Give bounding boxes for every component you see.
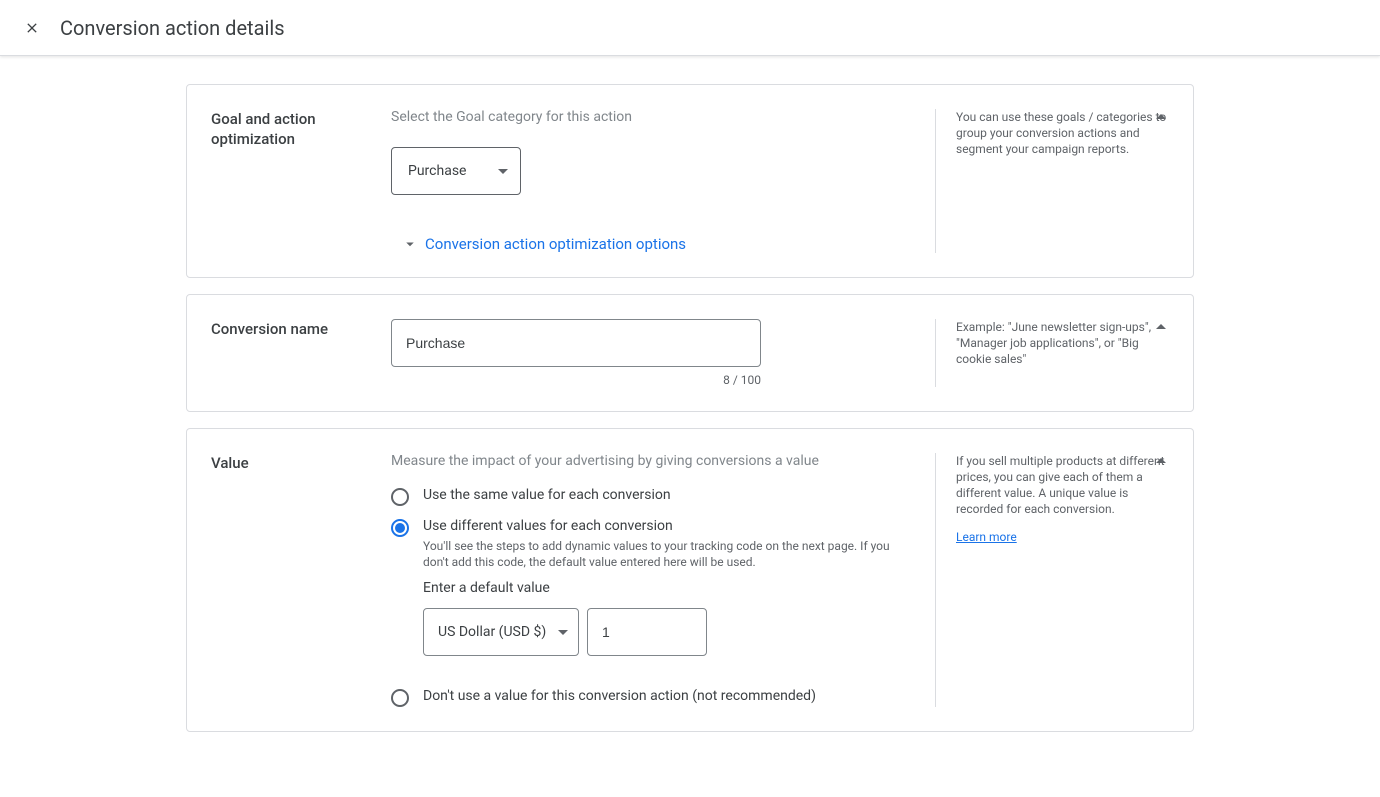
goal-section-title: Goal and action optimization [211, 109, 375, 149]
default-value-label: Enter a default value [423, 580, 911, 596]
radio-no-value-label: Don't use a value for this conversion ac… [423, 688, 816, 704]
collapse-button[interactable] [1149, 105, 1173, 129]
currency-value: US Dollar (USD $) [438, 624, 546, 640]
page-header: Conversion action details [0, 0, 1380, 56]
currency-select[interactable]: US Dollar (USD $) [423, 608, 579, 656]
value-section-title: Value [211, 453, 375, 473]
chevron-down-icon [401, 235, 419, 253]
chevron-up-icon [1149, 315, 1173, 339]
conversion-name-input[interactable] [391, 319, 761, 367]
goal-category-value: Purchase [408, 163, 466, 179]
name-section-title: Conversion name [211, 319, 375, 339]
chevron-down-icon [498, 169, 508, 174]
default-value-input[interactable] [587, 608, 707, 656]
goal-category-select[interactable]: Purchase [391, 147, 521, 195]
content-area: Goal and action optimization Select the … [178, 84, 1202, 732]
radio-same-value-label: Use the same value for each conversion [423, 487, 671, 503]
chevron-up-icon [1149, 105, 1173, 129]
radio-different-values-sub: You'll see the steps to add dynamic valu… [423, 538, 911, 570]
value-card: Value Measure the impact of your adverti… [186, 428, 1194, 732]
page-title: Conversion action details [60, 16, 285, 40]
value-help-text: If you sell multiple products at differe… [956, 454, 1165, 516]
radio-different-values[interactable] [391, 519, 409, 537]
optimization-options-label: Conversion action optimization options [425, 235, 686, 253]
goal-help-text: You can use these goals / categories to … [935, 109, 1169, 253]
collapse-button[interactable] [1149, 449, 1173, 473]
close-button[interactable] [20, 16, 44, 40]
radio-no-value[interactable] [391, 689, 409, 707]
radio-different-values-label: Use different values for each conversion [423, 518, 911, 534]
collapse-button[interactable] [1149, 315, 1173, 339]
chevron-down-icon [558, 630, 568, 635]
goal-category-hint: Select the Goal category for this action [391, 109, 911, 125]
name-char-counter: 8 / 100 [391, 373, 761, 387]
value-hint: Measure the impact of your advertising b… [391, 453, 911, 469]
radio-same-value[interactable] [391, 488, 409, 506]
name-card: Conversion name 8 / 100 Example: "June n… [186, 294, 1194, 412]
learn-more-link[interactable]: Learn more [956, 529, 1017, 545]
close-icon [24, 20, 40, 36]
name-help-text: Example: "June newsletter sign-ups", "Ma… [935, 319, 1169, 387]
goal-card: Goal and action optimization Select the … [186, 84, 1194, 278]
chevron-up-icon [1149, 449, 1173, 473]
optimization-options-toggle[interactable]: Conversion action optimization options [391, 235, 911, 253]
